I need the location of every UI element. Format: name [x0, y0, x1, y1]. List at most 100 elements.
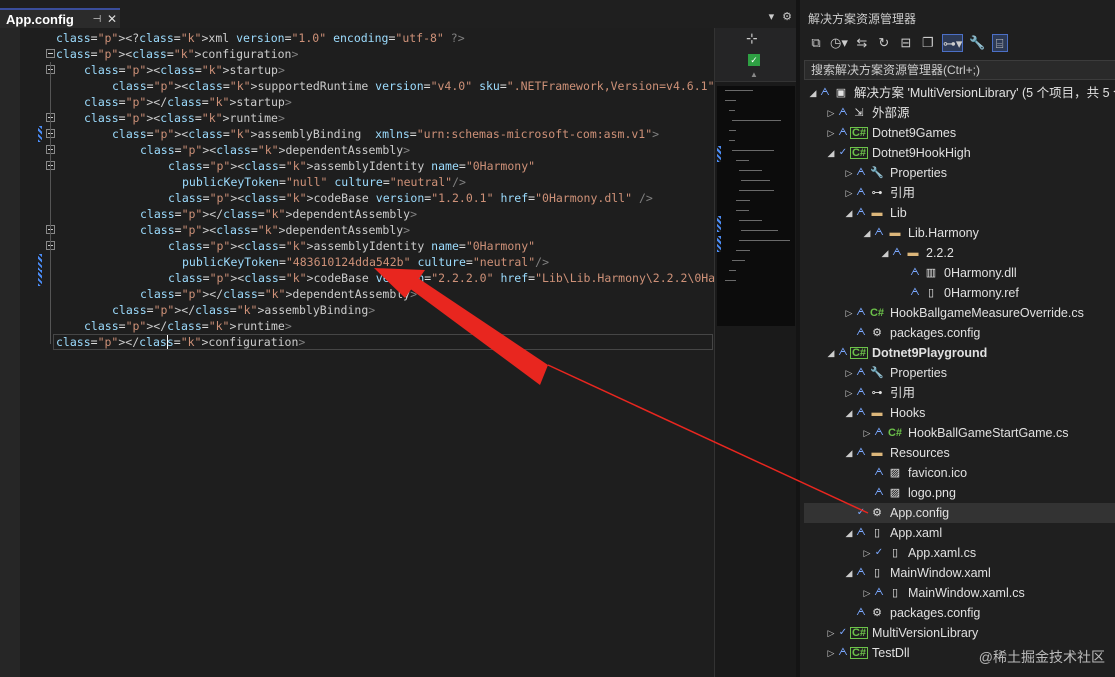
code-line[interactable]: class="p"><class="k">dependentAssembly> [22, 142, 712, 158]
tree-item[interactable]: ▷ ✓ ▯ App.xaml.cs [804, 543, 1115, 563]
chevron-down-icon[interactable]: ◢ [844, 563, 854, 583]
chevron-right-icon[interactable]: ▷ [826, 123, 836, 143]
preview-icon[interactable]: ⌸ [991, 34, 1008, 52]
minimap[interactable] [717, 86, 795, 326]
code-line[interactable]: class="p"></class="k">runtime> [22, 318, 712, 334]
tree-item[interactable]: ▷ ᗅ ⊶ 引用 [804, 183, 1115, 203]
tree-item[interactable]: ▷ ᗅ 🔧 Properties [804, 163, 1115, 183]
tree-item[interactable]: ◢ ᗅ ▬ Resources [804, 443, 1115, 463]
code-line[interactable]: class="p"><class="k">startup> [22, 62, 712, 78]
collapse-icon[interactable]: ⊟ [898, 34, 914, 52]
tab-app-config[interactable]: App.config ⊣ ✕ [0, 8, 120, 28]
code-line[interactable]: class="p"><class="k">codeBase version="2… [22, 270, 805, 286]
chevron-down-icon[interactable]: ◢ [880, 243, 890, 263]
tree-view-icon[interactable]: ⊶▾ [941, 34, 964, 52]
code-line[interactable]: class="p"><class="k">assemblyBinding xml… [22, 126, 712, 142]
code-line[interactable]: class="p"><class="k">assemblyIdentity na… [22, 158, 712, 174]
tree-item[interactable]: ᗅ ▨ favicon.ico [804, 463, 1115, 483]
tree-item-label: MainWindow.xaml.cs [908, 586, 1025, 600]
code-line[interactable]: class="p"><class="k">supportedRuntime ve… [22, 78, 735, 94]
tree-item[interactable]: ▷ ᗅ C# HookBallgameMeasureOverride.cs [804, 303, 1115, 323]
code-line[interactable]: class="p"></class="k">assemblyBinding> [22, 302, 712, 318]
search-input[interactable]: 搜索解决方案资源管理器(Ctrl+;) [804, 60, 1115, 80]
copy-icon[interactable]: ❐ [920, 34, 936, 52]
tree-item[interactable]: ▷ ᗅ C# HookBallGameStartGame.cs [804, 423, 1115, 443]
close-icon[interactable]: ✕ [104, 12, 120, 26]
chevron-down-icon[interactable]: ◢ [844, 203, 854, 223]
fold-toggle-icon[interactable] [46, 49, 55, 58]
split-icon[interactable]: ⊹ [746, 30, 758, 47]
tree-item[interactable]: ▷ ᗅ 🔧 Properties [804, 363, 1115, 383]
tree-item[interactable]: ᗅ ▨ logo.png [804, 483, 1115, 503]
minimap-panel[interactable]: ⊹ ✓ ▲ [714, 28, 796, 677]
lock-icon: ᗅ [838, 347, 848, 358]
tree-item[interactable]: ◢ ᗅ ▬ Lib [804, 203, 1115, 223]
chevron-right-icon[interactable]: ▷ [862, 543, 872, 563]
chevron-down-icon[interactable]: ◢ [844, 403, 854, 423]
tree-item[interactable]: ◢ ᗅ ▣ 解决方案 'MultiVersionLibrary' (5 个项目，共 5… [804, 83, 1115, 103]
chevron-right-icon[interactable]: ▷ [826, 643, 836, 663]
code-line[interactable]: publicKeyToken="483610124dda542b" cultur… [22, 254, 712, 270]
tree-item[interactable]: ᗅ ⚙ packages.config [804, 603, 1115, 623]
tree-item[interactable]: ▷ ✓ C# MultiVersionLibrary [804, 623, 1115, 643]
tree-item[interactable]: ◢ ᗅ ▬ Lib.Harmony [804, 223, 1115, 243]
chevron-right-icon[interactable]: ▷ [844, 303, 854, 323]
tree-item[interactable]: ◢ ✓ C# Dotnet9HookHigh [804, 143, 1115, 163]
chevron-down-icon[interactable]: ◢ [844, 523, 854, 543]
tree-item[interactable]: ᗅ ▥ 0Harmony.dll [804, 263, 1115, 283]
code-line[interactable]: class="p"><?class="k">xml version="1.0" … [22, 30, 712, 46]
sync-icon[interactable]: ⇆ [854, 34, 870, 52]
tree-item[interactable]: ᗅ ⚙ packages.config [804, 323, 1115, 343]
tree-item[interactable]: ▷ ᗅ ▯ MainWindow.xaml.cs [804, 583, 1115, 603]
lock-icon: ᗅ [856, 527, 866, 538]
tree-item[interactable]: ◢ ᗅ ▯ MainWindow.xaml [804, 563, 1115, 583]
pin-icon[interactable]: ⊣ [90, 14, 104, 25]
chevron-right-icon[interactable]: ▷ [862, 423, 872, 443]
code-line[interactable]: publicKeyToken="null" culture="neutral"/… [22, 174, 712, 190]
chevron-down-icon[interactable]: ◢ [826, 143, 836, 163]
code-line[interactable]: class="p"><class="k">configuration> [22, 46, 712, 62]
chevron-down-icon[interactable]: ◢ [862, 223, 872, 243]
vs-icon[interactable]: ⧉ [808, 34, 824, 52]
settings-gear-icon[interactable]: ⚙ [782, 10, 792, 23]
chevron-down-icon[interactable]: ◢ [826, 343, 836, 363]
code-line[interactable]: class="p"><class="k">dependentAssembly> [22, 222, 712, 238]
chevron-down-icon[interactable]: ◢ [844, 443, 854, 463]
tree-item[interactable]: ◢ ᗅ ▯ App.xaml [804, 523, 1115, 543]
code-line[interactable]: class="p"><class="k">assemblyIdentity na… [22, 238, 712, 254]
code-line[interactable]: class="p"><class="k">codeBase version="1… [22, 190, 712, 206]
refresh-icon[interactable]: ↻ [876, 34, 892, 52]
code-line[interactable]: class="p"></class="k">dependentAssembly> [22, 206, 712, 222]
code-line[interactable]: class="p"></class="k">startup> [22, 94, 712, 110]
tree-item-label: App.xaml.cs [908, 546, 977, 560]
chevron-down-icon[interactable]: ◢ [808, 83, 818, 103]
lock-icon: ᗅ [856, 567, 866, 578]
chevron-right-icon[interactable]: ▷ [844, 163, 854, 183]
chevron-right-icon[interactable]: ▷ [826, 623, 836, 643]
chevron-right-icon[interactable]: ▷ [844, 383, 854, 403]
code-line[interactable]: class="p"></class="k">dependentAssembly> [22, 286, 712, 302]
tree-item[interactable]: ▷ ᗅ ⊶ 引用 [804, 383, 1115, 403]
tree-item[interactable]: ◢ ᗅ ▬ Hooks [804, 403, 1115, 423]
references-icon: ⊶ [871, 187, 883, 199]
minimap-line [741, 180, 770, 181]
tab-dropdown-icon[interactable]: ▾ [769, 10, 775, 23]
tree-item[interactable]: ◢ ᗅ ▬ 2.2.2 [804, 243, 1115, 263]
tree-item[interactable]: ▷ ᗅ C# Dotnet9Games [804, 123, 1115, 143]
scroll-up-icon[interactable]: ▲ [750, 70, 758, 79]
tree-item[interactable]: ✓ ⚙ App.config [804, 503, 1115, 523]
wrench-icon[interactable]: 🔧 [969, 34, 985, 52]
code-line[interactable]: class="p"><class="k">runtime> [22, 110, 712, 126]
lock-icon: ᗅ [874, 587, 884, 598]
chevron-right-icon[interactable]: ▷ [844, 363, 854, 383]
tree-item[interactable]: ᗅ ▯ 0Harmony.ref [804, 283, 1115, 303]
code-editor[interactable]: class="p"><?class="k">xml version="1.0" … [0, 28, 805, 677]
minimap-line [732, 150, 774, 151]
tree-item[interactable]: ▷ ᗅ ⇲ 外部源 [804, 103, 1115, 123]
chevron-right-icon[interactable]: ▷ [862, 583, 872, 603]
chevron-right-icon[interactable]: ▷ [844, 183, 854, 203]
history-icon[interactable]: ◷▾ [830, 34, 848, 52]
chevron-right-icon[interactable]: ▷ [826, 103, 836, 123]
change-marker [38, 126, 42, 142]
tree-item[interactable]: ◢ ᗅ C# Dotnet9Playground [804, 343, 1115, 363]
